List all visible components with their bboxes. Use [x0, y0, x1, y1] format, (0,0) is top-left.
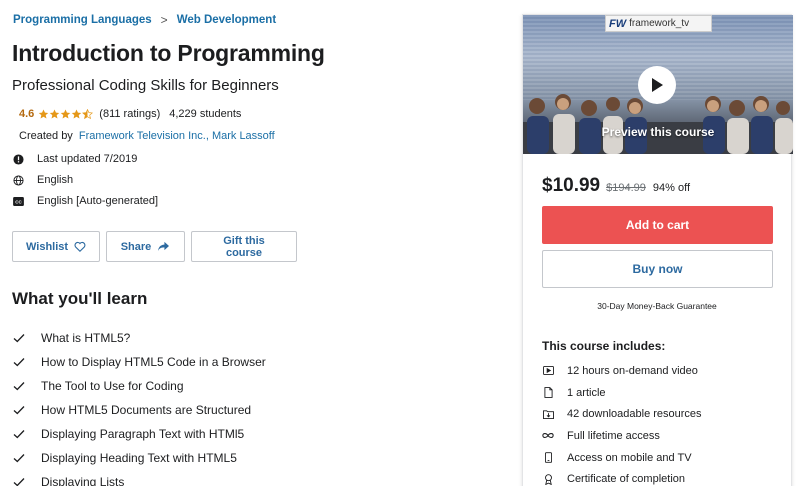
learn-item-text: What is HTML5?	[41, 331, 131, 345]
includes-list: 12 hours on-demand video 1 article 42 do…	[542, 360, 702, 486]
learn-item-text: How to Display HTML5 Code in a Browser	[41, 355, 266, 369]
alert-icon	[12, 153, 24, 165]
play-button[interactable]	[638, 66, 676, 104]
logo-text: framework_tv	[629, 18, 690, 29]
gift-label: Gift this course	[223, 234, 265, 259]
rating-row: 4.6 (811 ratings) 4,229 students	[19, 108, 241, 120]
infinity-icon	[542, 432, 554, 439]
author-links[interactable]: Framework Television Inc., Mark Lassoff	[79, 130, 275, 142]
last-updated: Last updated 7/2019	[12, 153, 137, 165]
breadcrumb-web-development[interactable]: Web Development	[177, 14, 276, 26]
gift-course-button[interactable]: Gift this course	[191, 231, 297, 262]
check-icon	[13, 477, 26, 486]
breadcrumb-programming-languages[interactable]: Programming Languages	[13, 14, 152, 26]
wishlist-button[interactable]: Wishlist	[12, 231, 100, 262]
framework-tv-logo: FW framework_tv	[605, 15, 712, 32]
add-to-cart-button[interactable]: Add to cart	[542, 206, 773, 244]
includes-item: Certificate of completion	[542, 468, 702, 486]
check-icon	[13, 333, 26, 343]
star-icon	[39, 109, 49, 118]
half-star-icon	[82, 108, 94, 119]
check-icon	[13, 357, 26, 367]
includes-item-text: Certificate of completion	[567, 473, 685, 486]
captions-text: English [Auto-generated]	[37, 195, 159, 207]
rating-stars	[38, 108, 94, 120]
includes-item: 12 hours on-demand video	[542, 360, 702, 382]
learn-item: Displaying Paragraph Text with HTMl5	[13, 422, 266, 446]
share-label: Share	[120, 240, 152, 253]
students-count: 4,229 students	[169, 108, 242, 120]
learn-item: Displaying Lists	[13, 470, 266, 486]
star-icon	[72, 109, 82, 118]
includes-item-text: Full lifetime access	[567, 429, 660, 442]
action-buttons: Wishlist Share Gift this course	[12, 231, 303, 262]
learn-item-text: Displaying Lists	[41, 475, 125, 486]
last-updated-text: Last updated 7/2019	[37, 153, 138, 165]
globe-icon	[12, 174, 24, 186]
mobile-icon	[542, 452, 554, 463]
includes-item-text: 42 downloadable resources	[567, 408, 702, 421]
learn-item-text: Displaying Paragraph Text with HTMl5	[41, 427, 245, 441]
learn-section-title: What you'll learn	[12, 289, 148, 308]
share-arrow-icon	[158, 241, 170, 252]
rating-score: 4.6	[19, 108, 35, 120]
includes-item: Access on mobile and TV	[542, 447, 702, 469]
play-icon	[652, 78, 663, 92]
includes-title: This course includes:	[542, 339, 666, 353]
language-text: English	[37, 174, 74, 186]
learn-item-text: The Tool to Use for Coding	[41, 379, 184, 393]
check-icon	[13, 429, 26, 439]
learn-item: How to Display HTML5 Code in a Browser	[13, 350, 266, 374]
certificate-icon	[542, 474, 554, 485]
file-icon	[542, 387, 554, 398]
heart-icon	[74, 241, 86, 252]
original-price: $194.99	[606, 182, 646, 194]
share-button[interactable]: Share	[106, 231, 185, 262]
language: English	[12, 174, 73, 186]
learn-item: The Tool to Use for Coding	[13, 374, 266, 398]
course-preview[interactable]: FW framework_tv Preview this course	[523, 15, 793, 154]
breadcrumb: Programming Languages > Web Development	[13, 13, 276, 27]
star-icon	[61, 109, 71, 118]
learn-list: What is HTML5? How to Display HTML5 Code…	[13, 326, 266, 486]
course-title: Introduction to Programming	[12, 40, 325, 66]
money-back-guarantee: 30-Day Money-Back Guarantee	[597, 301, 717, 311]
includes-item: 1 article	[542, 382, 702, 404]
includes-item-text: 1 article	[567, 386, 606, 399]
learn-item: What is HTML5?	[13, 326, 266, 350]
download-icon	[542, 409, 554, 420]
check-icon	[13, 405, 26, 415]
learn-item: How HTML5 Documents are Structured	[13, 398, 266, 422]
check-icon	[13, 381, 26, 391]
closed-captions-icon: CC	[12, 195, 24, 207]
includes-item-text: Access on mobile and TV	[567, 451, 692, 464]
preview-label: Preview this course	[601, 125, 715, 139]
buy-now-button[interactable]: Buy now	[542, 250, 773, 288]
learn-item: Displaying Heading Text with HTML5	[13, 446, 266, 470]
video-icon	[542, 366, 554, 376]
includes-item: Full lifetime access	[542, 425, 702, 447]
price-row: $10.99 $194.99 94% off	[542, 175, 690, 197]
purchase-card: FW framework_tv Preview this course $10.…	[522, 14, 793, 486]
logo-mark: FW	[609, 17, 627, 30]
breadcrumb-separator: >	[160, 13, 168, 27]
created-by-label: Created by	[19, 130, 73, 142]
check-icon	[13, 453, 26, 463]
course-subtitle: Professional Coding Skills for Beginners	[12, 77, 279, 94]
wishlist-label: Wishlist	[26, 240, 69, 253]
includes-item: 42 downloadable resources	[542, 403, 702, 425]
current-price: $10.99	[542, 175, 601, 196]
created-by: Created by Framework Television Inc., Ma…	[19, 130, 275, 142]
star-icon	[50, 109, 60, 118]
learn-item-text: Displaying Heading Text with HTML5	[41, 451, 237, 465]
includes-item-text: 12 hours on-demand video	[567, 364, 698, 377]
svg-text:CC: CC	[15, 199, 22, 204]
captions: CC English [Auto-generated]	[12, 195, 158, 207]
discount-percent: 94% off	[652, 182, 690, 194]
learn-item-text: How HTML5 Documents are Structured	[41, 403, 252, 417]
ratings-count-link[interactable]: (811 ratings)	[99, 108, 160, 120]
